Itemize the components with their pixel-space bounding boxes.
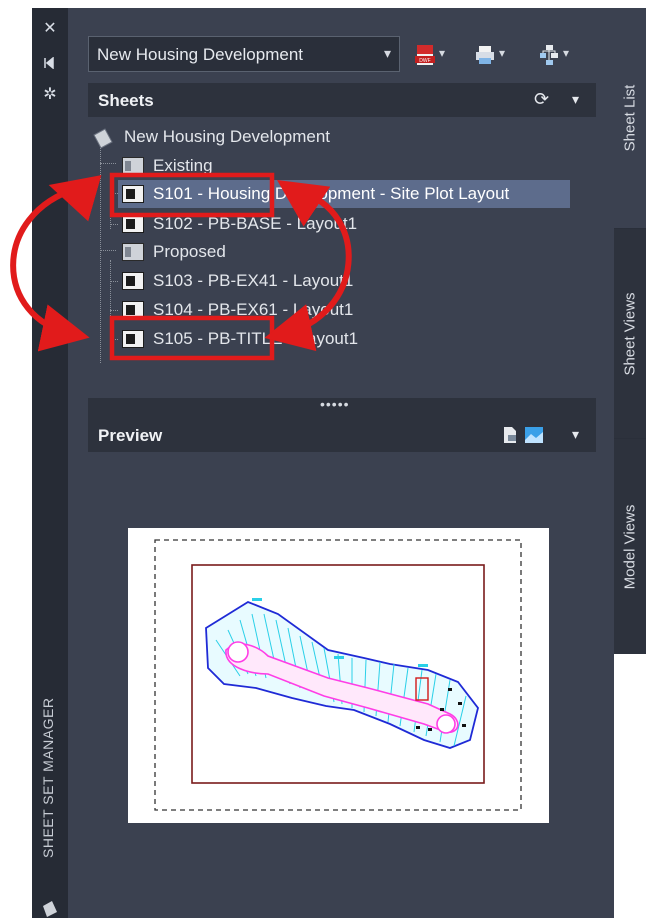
sheet-set-icon: [93, 128, 113, 149]
chevron-down-icon: ▾: [563, 46, 570, 60]
tree-item-label: S101 - Housing Development - Site Plot L…: [153, 184, 510, 203]
tree-item-label: S105 - PB-TITLE - Layout1: [153, 329, 359, 348]
refresh-icon[interactable]: ⟳: [534, 89, 549, 110]
sheet-icon: [122, 330, 144, 348]
tree-item-label: S103 - PB-EX41 - Layout1: [153, 271, 354, 290]
sheet-icon: [122, 301, 144, 319]
chevron-down-icon: ▾: [499, 46, 506, 60]
tree-connector: [100, 139, 101, 363]
tab-label: Model Views: [621, 504, 639, 589]
sheet-set-value: New Housing Development: [97, 45, 303, 64]
publish-dwf-icon: DWF: [415, 45, 435, 65]
properties-icon[interactable]: ✲: [32, 84, 68, 106]
tree-item-label: Proposed: [153, 242, 226, 261]
splitter-grip: •••••: [320, 396, 350, 412]
image-preview-icon[interactable]: [524, 426, 544, 444]
tree-item-s104[interactable]: S104 - PB-EX61 - Layout1: [122, 297, 422, 323]
panel-splitter[interactable]: •••••: [88, 396, 596, 418]
tree-root[interactable]: New Housing Development: [92, 124, 492, 150]
close-icon[interactable]: ✕: [32, 18, 68, 40]
plot-icon: [476, 46, 494, 64]
tree-item-s105[interactable]: S105 - PB-TITLE - Layout1: [122, 326, 422, 352]
tree-item-s103[interactable]: S103 - PB-EX41 - Layout1: [122, 268, 422, 294]
tree-connector: [100, 250, 116, 251]
tree-connector: [110, 173, 111, 229]
svg-text:DWF: DWF: [419, 58, 430, 64]
plot-button[interactable]: ▾: [472, 38, 512, 70]
tree-item-s101[interactable]: S101 - Housing Development - Site Plot L…: [122, 181, 572, 207]
sheet-set-dropdown[interactable]: New Housing Development ▾: [88, 36, 400, 72]
tab-model-views[interactable]: Model Views: [614, 438, 646, 654]
preview-header: Preview ▾: [88, 418, 596, 452]
tree-item-existing[interactable]: Existing: [122, 153, 422, 179]
tree-connector: [110, 281, 118, 282]
palette-title: SHEET SET MANAGER: [40, 697, 56, 858]
tree-root-label: New Housing Development: [124, 127, 330, 146]
sheet-selections-button[interactable]: ▾: [536, 38, 576, 70]
tree-connector: [110, 260, 111, 346]
sheet-icon: [122, 215, 144, 233]
tree-item-label: S102 - PB-BASE - Layout1: [153, 214, 358, 233]
tab-label: Sheet Views: [621, 292, 639, 376]
sheet-preview-icon[interactable]: [502, 426, 518, 444]
sheet-icon: [122, 272, 144, 290]
subset-icon: [122, 243, 144, 261]
tab-sheet-list[interactable]: Sheet List: [614, 8, 646, 228]
chevron-down-icon[interactable]: ▾: [572, 426, 579, 443]
preview-title: Preview: [98, 426, 163, 445]
chevron-down-icon[interactable]: ▾: [572, 91, 579, 108]
palette-tabs: Sheet List Sheet Views Model Views: [614, 8, 646, 654]
subset-icon: [122, 157, 144, 175]
tree-connector: [100, 163, 116, 164]
sheet-set-icon: [40, 898, 60, 918]
tab-sheet-views[interactable]: Sheet Views: [614, 228, 646, 439]
chevron-down-icon: ▾: [439, 46, 446, 60]
sheet-icon: [122, 185, 144, 203]
sheets-header: Sheets ⟳ ▾: [88, 83, 596, 117]
sheet-set-manager-strip: ✕ ✲ SHEET SET MANAGER: [32, 8, 68, 918]
tab-label: Sheet List: [621, 84, 639, 152]
publish-dwf-button[interactable]: DWF ▾: [412, 38, 452, 70]
sheets-title: Sheets: [98, 91, 154, 110]
tree-connector: [110, 193, 118, 194]
tree-item-label: S104 - PB-EX61 - Layout1: [153, 300, 354, 319]
tree-connector: [110, 224, 118, 225]
tree-item-proposed[interactable]: Proposed: [122, 239, 422, 265]
chevron-down-icon: ▾: [383, 45, 391, 61]
auto-hide-icon[interactable]: [32, 52, 68, 74]
sheet-selections-icon: [540, 45, 558, 65]
tree-connector: [110, 339, 118, 340]
sheet-preview-image: [128, 528, 549, 823]
tree-connector: [110, 310, 118, 311]
tree-item-s102[interactable]: S102 - PB-BASE - Layout1: [122, 211, 422, 237]
tree-item-label: Existing: [153, 156, 213, 175]
site-plan-drawing: [154, 539, 522, 811]
